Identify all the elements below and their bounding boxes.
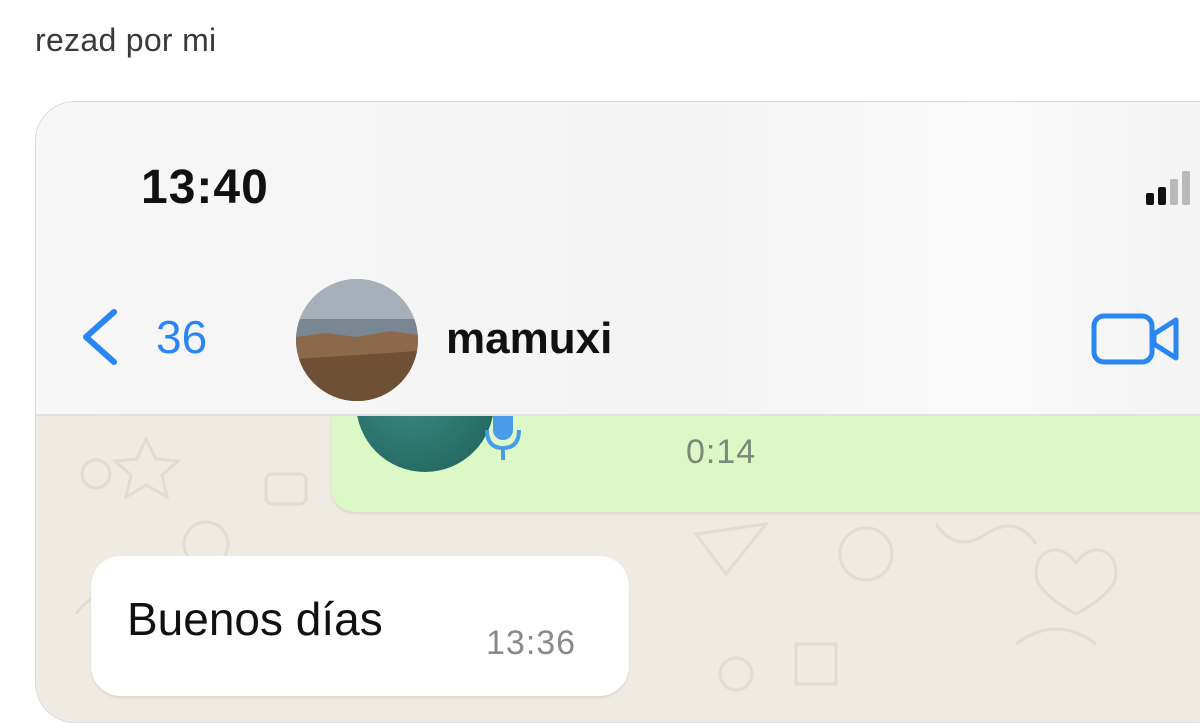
message-text: Buenos días [127, 593, 383, 645]
chat-header: 13:40 36 mamuxi [36, 102, 1200, 416]
status-time: 13:40 [141, 161, 269, 214]
unread-count: 36 [156, 311, 208, 363]
back-button[interactable]: 36 [78, 307, 268, 367]
chat-area: 0:14 Buenos días 13:36 [36, 334, 1200, 722]
message-timestamp: 13:36 [486, 624, 577, 662]
video-camera-icon[interactable] [1090, 310, 1182, 368]
post-caption: rezad por mi [35, 22, 217, 58]
contact-name[interactable]: mamuxi [446, 314, 612, 364]
avatar-photo [296, 279, 418, 401]
voice-duration: 0:14 [686, 433, 757, 471]
chevron-left-icon [83, 309, 117, 365]
chat-screenshot: 13:40 36 mamuxi 0:14 Buenos días 13:36 [35, 101, 1200, 723]
contact-avatar[interactable] [296, 279, 418, 401]
incoming-message-bubble[interactable]: Buenos días 13:36 [91, 556, 629, 696]
signal-bars-icon [1146, 171, 1190, 205]
